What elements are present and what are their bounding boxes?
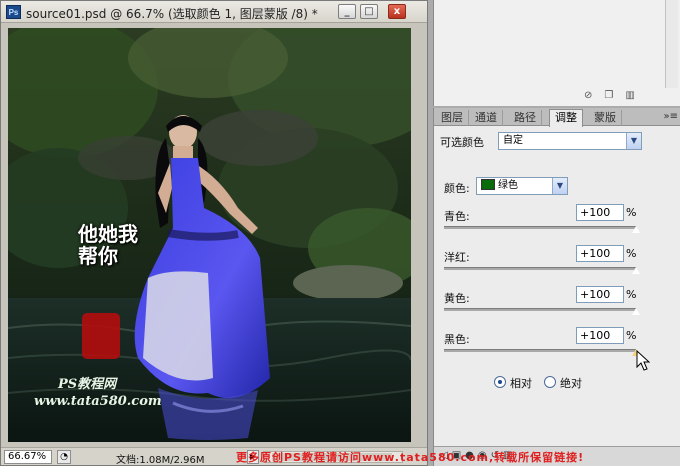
restore-button[interactable]: □ [360, 4, 378, 19]
slider-label-cyan: 青色: [444, 210, 470, 223]
slider-label-black: 黑色: [444, 333, 470, 346]
cyan-input[interactable]: +100 [576, 204, 624, 221]
magenta-input[interactable]: +100 [576, 245, 624, 262]
cyan-slider-track[interactable] [444, 226, 636, 229]
tab-masks[interactable]: 蒙版 [589, 110, 622, 126]
photoshop-icon: Ps [6, 5, 21, 19]
cyan-slider-thumb[interactable] [631, 225, 641, 234]
calligraphy-overlay: 他她我帮你 [78, 222, 138, 268]
document-title: source01.psd @ 66.7% (选取颜色 1, 图层蒙版 /8) * [26, 7, 318, 21]
tab-adjustments[interactable]: 调整 [549, 109, 583, 127]
yellow-input[interactable]: +100 [576, 286, 624, 303]
document-titlebar[interactable]: Ps source01.psd @ 66.7% (选取颜色 1, 图层蒙版 /8… [1, 1, 427, 23]
relative-radio[interactable] [494, 376, 506, 388]
mouse-cursor-icon [636, 350, 650, 371]
document-info: 文档:1.08M/2.96M [116, 455, 205, 466]
colors-label: 颜色: [444, 182, 470, 195]
black-unit: % [626, 329, 637, 342]
document-canvas[interactable]: 他她我帮你 PS教程网 www.tata580.com [8, 28, 411, 442]
relative-label: 相对 [510, 377, 532, 390]
yellow-slider-thumb[interactable] [631, 307, 641, 316]
preset-value: 自定 [503, 135, 523, 146]
canvas-area: 他她我帮你 PS教程网 www.tata580.com [1, 23, 427, 447]
tab-channels[interactable]: 通道 [470, 110, 503, 126]
yellow-unit: % [626, 288, 637, 301]
preset-select[interactable]: 自定 ▼ [498, 132, 642, 150]
document-window: Ps source01.psd @ 66.7% (选取颜色 1, 图层蒙版 /8… [0, 0, 428, 466]
cyan-unit: % [626, 206, 637, 219]
colors-select[interactable]: 绿色 ▼ [476, 177, 568, 195]
ps-logo-text: PS教程网 [58, 377, 117, 392]
panel-tabs: 图层 通道 路径 调整 蒙版 »≡ [434, 108, 680, 127]
chevron-down-icon[interactable]: ▼ [626, 133, 641, 149]
magenta-slider-thumb[interactable] [631, 266, 641, 275]
tab-paths[interactable]: 路径 [509, 110, 542, 126]
status-page-icon[interactable]: ◔ [57, 450, 71, 464]
adjustments-panel: 图层 通道 路径 调整 蒙版 »≡ 可选颜色 自定 ▼ 颜色: 绿色 ▼ 青色:… [433, 108, 680, 466]
adjustment-title: 可选颜色 [440, 136, 484, 149]
black-input[interactable]: +100 [576, 327, 624, 344]
ps-url-text: www.tata580.com [34, 394, 162, 409]
top-panel: ⊘❐▥ [433, 0, 680, 106]
slider-label-yellow: 黄色: [444, 292, 470, 305]
color-swatch [481, 179, 495, 190]
trash-icon[interactable]: ▥ [625, 90, 646, 101]
red-seal [82, 313, 120, 359]
tab-layers[interactable]: 图层 [436, 110, 469, 126]
clear-icon[interactable]: ⊘ [584, 90, 604, 101]
colors-value: 绿色 [498, 180, 518, 191]
close-button[interactable]: x [388, 4, 406, 19]
slider-label-magenta: 洋红: [444, 251, 470, 264]
zoom-field[interactable]: 66.67% [4, 450, 52, 464]
chevron-down-icon[interactable]: ▼ [552, 178, 567, 194]
magenta-unit: % [626, 247, 637, 260]
watermark-text: 更多原创PS教程请访问www.tata580.com,转载所保留链接! [236, 451, 585, 464]
yellow-slider-track[interactable] [444, 308, 636, 311]
new-icon[interactable]: ❐ [604, 90, 625, 101]
top-panel-icons[interactable]: ⊘❐▥ [584, 90, 647, 101]
absolute-radio[interactable] [544, 376, 556, 388]
panel-menu-icon[interactable]: »≡ [664, 111, 679, 122]
top-panel-scrollbar[interactable] [665, 0, 678, 88]
absolute-label: 绝对 [560, 377, 582, 390]
minimize-button[interactable]: _ [338, 4, 356, 19]
magenta-slider-track[interactable] [444, 267, 636, 270]
black-slider-track[interactable] [444, 349, 636, 352]
